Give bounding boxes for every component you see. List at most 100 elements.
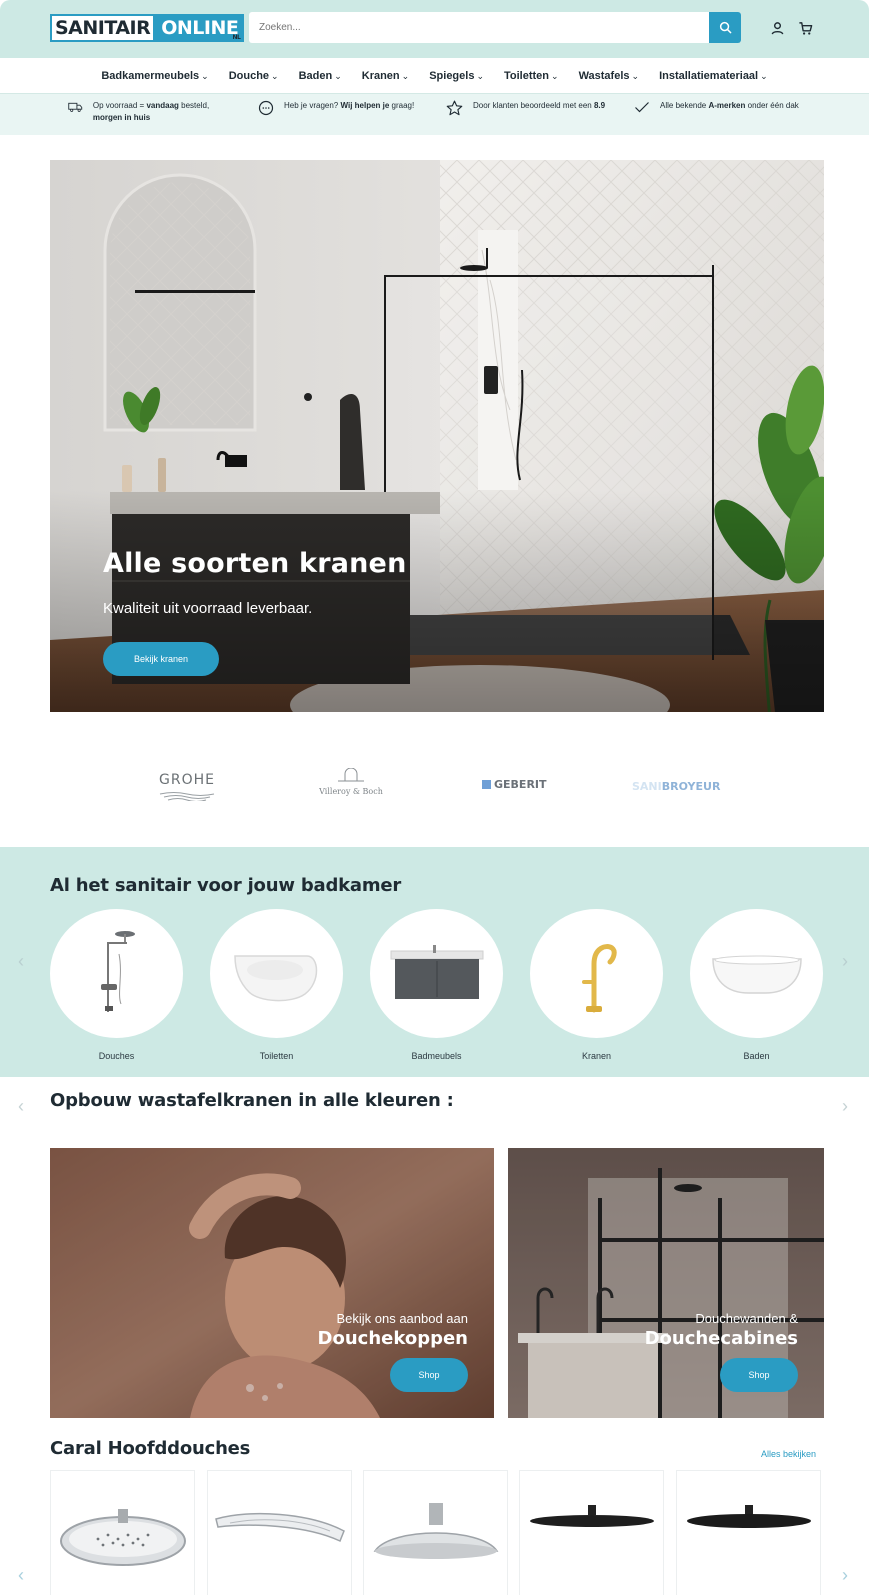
brand-villeroy[interactable]: Villeroy & Boch <box>316 767 386 796</box>
category-card-badmeubels[interactable]: Badmeubels <box>370 909 503 1061</box>
hero-subtitle: Kwaliteit uit voorraad leverbaar. <box>103 600 313 617</box>
nav-item-baden[interactable]: Baden ⌄ <box>299 70 342 82</box>
product-image-round-chrome-shower-head <box>59 1509 186 1566</box>
chevron-right-icon[interactable]: › <box>842 1096 848 1117</box>
category-label: Kranen <box>581 1051 612 1061</box>
product-image-black-round-shower-head <box>686 1505 811 1528</box>
nav-item-toiletten[interactable]: Toiletten ⌄ <box>504 70 559 82</box>
search-bar <box>249 12 741 43</box>
usp-brands-text-1: Alle bekende <box>660 101 709 110</box>
hero-banner[interactable]: Alle soorten kranen Kwaliteit uit voorra… <box>50 160 824 712</box>
category-section: Al het sanitair voor jouw badkamer ‹ › D… <box>0 847 869 1077</box>
faucet-section-title: Opbouw wastafelkranen in alle kleuren : <box>50 1090 454 1111</box>
nav-item-kranen[interactable]: Kranen ⌄ <box>362 70 409 82</box>
category-label: Douches <box>98 1051 135 1061</box>
category-section-title: Al het sanitair voor jouw badkamer <box>50 875 402 896</box>
nav-item-installatiemateriaal[interactable]: Installatiemateriaal ⌄ <box>659 70 768 82</box>
usp-rating-score: 8.9 <box>593 101 606 110</box>
chevron-down-icon: ⌄ <box>271 70 279 81</box>
chevron-down-icon: ⌄ <box>551 70 559 81</box>
header: SANITAIR ONLINE NL <box>0 0 869 58</box>
star-icon <box>446 100 463 116</box>
product-card[interactable] <box>207 1470 352 1595</box>
nav-item-label: Toiletten <box>504 69 550 82</box>
nav-item-label: Installatiemateriaal <box>659 69 759 82</box>
chevron-left-icon[interactable]: ‹ <box>18 1565 24 1586</box>
promo-subtitle: Douchewanden & <box>695 1311 798 1326</box>
nav-item-spiegels[interactable]: Spiegels ⌄ <box>429 70 484 82</box>
nav-item-label: Douche <box>228 69 270 82</box>
nav-item-label: Kranen <box>361 69 400 82</box>
search-input[interactable] <box>249 12 709 43</box>
promo-douchekoppen[interactable]: Bekijk ons aanbod aan Douchekoppen Shop <box>50 1148 494 1418</box>
brand-strip: GROHE Villeroy & Boch GEBERIT SANI BROYE… <box>0 760 869 820</box>
product-card[interactable] <box>676 1470 821 1595</box>
promo-title: Douchecabines <box>644 1328 798 1349</box>
category-image-toiletten <box>210 909 343 1038</box>
geberit-square-icon <box>482 780 491 789</box>
hero-cta-button[interactable]: Bekijk kranen <box>103 642 219 676</box>
logo-text-part1: SANITAIR <box>50 14 156 42</box>
hero-title: Alle soorten kranen <box>103 548 407 579</box>
wave-icon <box>159 792 215 802</box>
category-card-toiletten[interactable]: Toiletten <box>210 909 343 1061</box>
chevron-down-icon: ⌄ <box>201 70 209 81</box>
usp-brands-bold: A-merken <box>708 101 746 110</box>
category-card-kranen[interactable]: Kranen <box>530 909 663 1061</box>
category-card-douches[interactable]: Douches <box>50 909 183 1061</box>
chevron-right-icon[interactable]: › <box>842 1565 848 1586</box>
chevron-down-icon: ⌄ <box>401 70 410 81</box>
usp-brands-text-2: onder één dak <box>745 101 799 110</box>
nav-item-label: Wastafels <box>578 69 630 82</box>
promo-shop-button[interactable]: Shop <box>720 1358 798 1392</box>
usp-item-help: Heb je vragen? Wij helpen je graag! <box>258 100 418 116</box>
product-card[interactable] <box>50 1470 195 1595</box>
product-card[interactable] <box>519 1470 664 1595</box>
page: SANITAIR ONLINENL Badkamermeubels⌄ Douche… <box>0 0 869 1595</box>
usp-help-text-1: Heb je vragen? <box>284 101 341 110</box>
usp-delivery-bold-1: vandaag <box>146 101 179 110</box>
usp-item-brands: Alle bekende A-merken onder één dak <box>634 100 804 114</box>
brand-geberit-logo: GEBERIT <box>494 778 547 791</box>
logo-suffix: NL <box>232 34 241 41</box>
category-label: Toiletten <box>259 1051 294 1061</box>
nav-item-douche[interactable]: Douche ⌄ <box>229 70 279 82</box>
category-card-baden[interactable]: Baden <box>690 909 823 1061</box>
nav-item-wastafels[interactable]: Wastafels ⌄ <box>579 70 640 82</box>
search-button[interactable] <box>709 12 741 43</box>
chevron-right-icon[interactable]: › <box>842 951 848 972</box>
usp-delivery-text-1: Op voorraad = <box>92 101 147 110</box>
brand-sfa[interactable]: SANI BROYEUR <box>632 780 720 793</box>
brand-sfa-prefix: SANI <box>632 780 662 793</box>
chevron-left-icon[interactable]: ‹ <box>18 951 24 972</box>
chat-icon <box>258 100 274 116</box>
chevron-left-icon[interactable]: ‹ <box>18 1096 24 1117</box>
product-card[interactable] <box>363 1470 508 1595</box>
promo-douchecabines[interactable]: Douchewanden & Douchecabines Shop <box>508 1148 824 1418</box>
main-nav: Badkamermeubels ⌄ Douche ⌄ Baden ⌄ Kranen ⌄ Spie… <box>0 58 869 93</box>
logo[interactable]: SANITAIR ONLINE NL <box>50 14 245 42</box>
account-icon[interactable] <box>768 19 786 37</box>
usp-bar: Op voorraad = vandaag besteld, morgen in… <box>0 93 869 135</box>
usp-rating-text: Door klanten beoordeeld met een <box>473 101 594 110</box>
check-icon <box>635 102 649 113</box>
category-label: Baden <box>743 1051 770 1061</box>
cart-icon[interactable] <box>796 19 814 37</box>
promo-title: Douchekoppen <box>317 1328 468 1349</box>
category-image-baden <box>690 909 823 1038</box>
usp-help-bold: Wij helpen je <box>340 101 390 110</box>
product-image-dome-chrome-shower-head <box>373 1503 498 1559</box>
product-image-flat-chrome-shower-head <box>214 1512 345 1543</box>
logo-text-part2: ONLINE NL <box>155 14 245 42</box>
view-all-link[interactable]: Alles bekijken <box>761 1449 816 1459</box>
nav-item-badkamermeubels[interactable]: Badkamermeubels ⌄ <box>101 70 208 82</box>
brand-grohe-logo: GROHE <box>159 772 215 788</box>
promo-shop-button[interactable]: Shop <box>390 1358 468 1392</box>
category-image-badmeubels <box>370 909 503 1038</box>
brand-grohe[interactable]: GROHE <box>158 772 216 806</box>
product-section-title: Caral Hoofddouches <box>50 1438 251 1459</box>
brand-villeroy-logo: Villeroy & Boch <box>319 787 383 796</box>
truck-icon <box>68 102 83 112</box>
brand-sfa-logo: BROYEUR <box>661 780 721 793</box>
brand-geberit[interactable]: GEBERIT <box>482 778 547 791</box>
